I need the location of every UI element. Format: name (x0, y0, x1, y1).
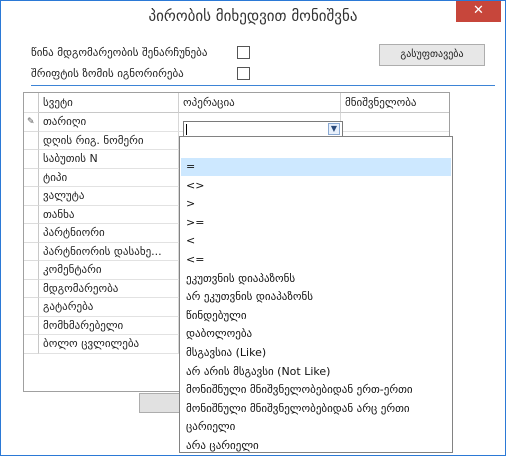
operation-option[interactable]: = (181, 158, 451, 176)
grid-cell-column[interactable]: დღის რიგ. ნომერი (39, 131, 179, 150)
grid-cell-column[interactable]: გატარება (39, 298, 179, 317)
operation-option[interactable]: ცარიელი (181, 418, 451, 436)
pencil-icon: ✎ (27, 117, 35, 127)
row-header[interactable] (24, 168, 39, 187)
row-header[interactable] (24, 224, 39, 243)
keep-previous-state-option: წინა მდგომარეობის შენარჩუნება (31, 45, 261, 61)
separator (31, 85, 495, 86)
window-title: პირობის მიხედვით მონიშვნა (148, 7, 358, 25)
grid-cell-column[interactable]: კომენტარი (39, 261, 179, 280)
column-header-operation[interactable]: ოპერაცია (179, 93, 341, 113)
close-button[interactable]: ✕ (456, 1, 501, 22)
operation-option[interactable]: არა ცარიელი (181, 437, 451, 455)
operation-option[interactable]: დაბოლოება (181, 325, 451, 343)
operation-option[interactable]: მსგავსია (Like) (181, 344, 451, 362)
ignore-font-size-checkbox[interactable] (237, 67, 250, 80)
grid-cell-column[interactable]: პარტნიორის დასახე... (39, 242, 179, 261)
clear-button[interactable]: გასუფთავება (379, 44, 485, 66)
column-header-column[interactable]: სვეტი (39, 93, 179, 113)
grid-cell-value[interactable] (341, 113, 449, 132)
grid-cell-column[interactable]: თარიღი (39, 113, 179, 132)
operation-option[interactable]: <> (181, 177, 451, 195)
keep-previous-state-label: წინა მდგომარეობის შენარჩუნება (31, 46, 208, 59)
grid-cell-column[interactable]: ტიპი (39, 168, 179, 187)
row-header[interactable] (24, 187, 39, 206)
grid-cell-column[interactable]: პარტნიორი (39, 224, 179, 243)
row-header[interactable] (24, 279, 39, 298)
text-caret (186, 124, 187, 135)
operation-editor[interactable]: ▼ (183, 121, 343, 137)
column-header-value[interactable]: მნიშვნელობა (341, 93, 449, 113)
operation-option[interactable]: მონიშნული მნიშვნელობებიდან არც ერთი (181, 400, 451, 418)
operation-option[interactable]: არ არის მსგავსი (Not Like) (181, 363, 451, 381)
operation-option[interactable]: <= (181, 251, 451, 269)
row-header[interactable] (24, 150, 39, 169)
row-header[interactable] (24, 298, 39, 317)
chevron-down-icon[interactable]: ▼ (328, 123, 340, 135)
row-header[interactable] (24, 242, 39, 261)
grid-cell-column[interactable]: ვალუტა (39, 187, 179, 206)
row-header[interactable] (24, 205, 39, 224)
grid-cell-column[interactable]: მომხმარებელი (39, 316, 179, 335)
operation-option[interactable]: >= (181, 214, 451, 232)
row-header[interactable] (24, 261, 39, 280)
operation-dropdown-list: = <> > >= < <= ეკუთვნის დიაპაზონს არ ეკუთვნის დ… (179, 136, 453, 453)
row-header[interactable] (24, 131, 39, 150)
ignore-font-size-option: შრიფტის ზომის იგნორირება (31, 66, 261, 82)
grid-cell-column[interactable]: თანხა (39, 205, 179, 224)
title-bar[interactable]: პირობის მიხედვით მონიშვნა ✕ (1, 1, 505, 32)
row-header[interactable]: ✎ (24, 113, 39, 132)
operation-option[interactable]: ეკუთვნის დიაპაზონს (181, 270, 451, 288)
row-header[interactable] (24, 335, 39, 354)
grid-cell-column[interactable]: მდგომარეობა (39, 279, 179, 298)
operation-option[interactable]: მონიშნული მნიშვნელობებიდან ერთ-ერთი (181, 381, 451, 399)
close-icon: ✕ (473, 3, 484, 18)
grid-cell-column[interactable]: ბოლო ცვლილება (39, 335, 179, 354)
keep-previous-state-checkbox[interactable] (237, 46, 250, 59)
operation-option[interactable]: წინდებული (181, 307, 451, 325)
partially-hidden-button[interactable] (139, 393, 183, 413)
grid-corner (24, 93, 39, 113)
operation-option[interactable]: არ ეკუთვნის დიაპაზონს (181, 288, 451, 306)
ignore-font-size-label: შრიფტის ზომის იგნორირება (31, 67, 184, 80)
row-header[interactable] (24, 316, 39, 335)
grid-cell-column[interactable]: საბუთის N (39, 150, 179, 169)
operation-option[interactable]: < (181, 232, 451, 250)
operation-option[interactable]: > (181, 195, 451, 213)
dialog-window: პირობის მიხედვით მონიშვნა ✕ წინა მდგომარ… (0, 0, 506, 456)
